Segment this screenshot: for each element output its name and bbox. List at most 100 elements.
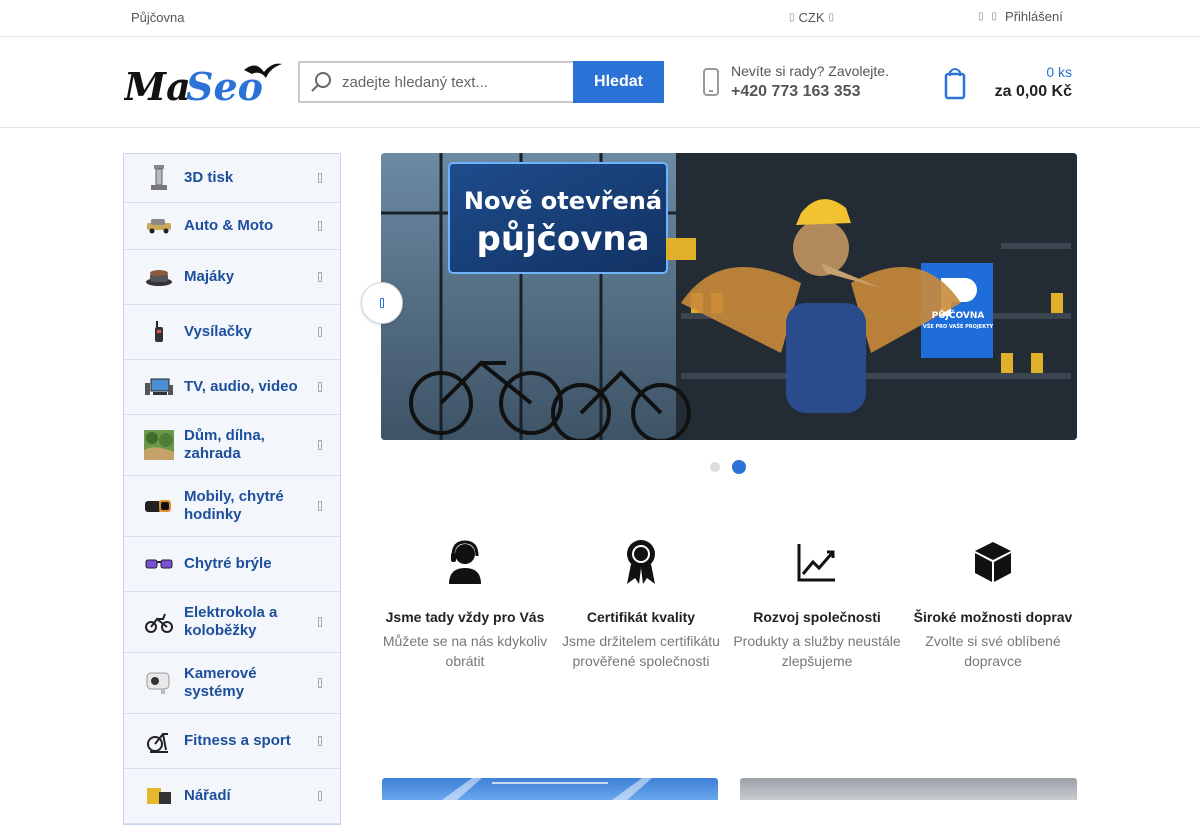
promo-image-1 <box>442 778 652 800</box>
sidebar-item-label: Dům, dílna, zahrada <box>184 427 265 462</box>
feature-desc: Můžete se na nás kdykoliv obrátit <box>382 633 548 669</box>
chevron-right-icon <box>318 173 322 183</box>
feature-title: Certifikát kvality <box>586 609 696 625</box>
phone-contact: Nevíte si rady? Zavolejte. +420 773 163 … <box>703 63 889 101</box>
sidebar-item-beacons[interactable]: Majáky <box>124 250 340 305</box>
chevron-right-icon <box>318 501 322 511</box>
phone-icon <box>144 491 174 521</box>
garden-icon <box>144 430 174 460</box>
banner-headline-1: Nově otevřená <box>463 187 663 215</box>
sidebar-item-ebikes-scooters[interactable]: Elektrokola a koloběžky <box>124 592 340 653</box>
feature-support: Jsme tady vždy pro Vás Můžete se na nás … <box>377 538 553 671</box>
sidebar-item-label: 3D tisk <box>184 169 234 186</box>
sidebar-item-label: TV, audio, video <box>184 378 298 395</box>
banner-dot-1[interactable] <box>710 462 720 472</box>
promo-banner-2[interactable] <box>740 778 1077 800</box>
search-icon <box>311 72 331 92</box>
chevron-right-icon <box>318 382 322 392</box>
coins-icon: ▯ <box>789 12 795 23</box>
banner-prev-button[interactable] <box>361 282 403 324</box>
hero-banner[interactable]: Nově otevřená půjčovna PŮJČOVNA VŠE PRO … <box>381 153 1077 440</box>
feature-desc: Produkty a služby neustále zlepšujeme <box>733 633 901 669</box>
tools-icon <box>144 781 174 811</box>
feature-shipping: Široké možnosti doprav Zvolte si své obl… <box>905 538 1081 671</box>
sidebar-item-label: Fitness a sport <box>184 732 291 749</box>
sidebar-item-label: Majáky <box>184 268 235 285</box>
currency-label: CZK <box>798 10 825 25</box>
phone-number[interactable]: +420 773 163 353 <box>731 83 889 101</box>
sidebar-item-label: Nářadí <box>184 787 231 804</box>
wishlist-icon[interactable]: ▯ <box>978 11 984 22</box>
sidebar-item-auto-moto[interactable]: Auto & Moto <box>124 203 340 250</box>
camera-icon <box>144 668 174 698</box>
chevron-right-icon <box>318 272 322 282</box>
sidebar-item-label: Vysílačky <box>184 323 252 340</box>
search-bar: Hledat <box>298 61 664 103</box>
search-box[interactable] <box>298 61 573 103</box>
3d-printer-icon <box>144 163 174 193</box>
beacon-icon <box>144 262 174 292</box>
sidebar-item-label: Auto & Moto <box>184 217 274 234</box>
chevron-right-icon <box>318 221 322 231</box>
feature-growth: Rozvoj společnosti Produkty a služby neu… <box>729 538 905 671</box>
promo-banner-1[interactable] <box>382 778 718 800</box>
chevron-right-icon <box>318 327 322 337</box>
feature-title: Jsme tady vždy pro Vás <box>385 609 545 625</box>
sidebar-item-home-garden[interactable]: Dům, dílna, zahrada <box>124 415 340 476</box>
sidebar-item-camera-systems[interactable]: Kamerové systémy <box>124 653 340 714</box>
rental-link[interactable]: Půjčovna <box>131 10 184 25</box>
features-row: Jsme tady vždy pro Vás Můžete se na nás … <box>377 538 1081 671</box>
banner-pagination <box>710 460 746 474</box>
phone-help-text: Nevíte si rady? Zavolejte. <box>731 63 889 79</box>
feature-desc: Zvolte si své oblíbené dopravce <box>925 633 1061 669</box>
search-button[interactable]: Hledat <box>573 61 664 103</box>
cart-widget[interactable]: 0 ks za 0,00 Kč <box>944 64 1072 101</box>
fitness-icon <box>144 726 174 756</box>
svg-text:Ma: Ma <box>124 64 191 104</box>
sidebar-item-phones-watches[interactable]: Mobily, chytré hodinky <box>124 476 340 537</box>
chevron-down-icon: ▯ <box>828 12 835 23</box>
sidebar-item-label: Kamerové systémy <box>184 665 257 700</box>
currency-selector[interactable]: ▯ CZK ▯ <box>789 10 834 25</box>
sidebar-item-radios[interactable]: Vysílačky <box>124 305 340 360</box>
site-logo[interactable]: Ma Seo <box>124 60 284 104</box>
cart-quantity: 0 ks <box>1046 64 1072 80</box>
growth-chart-icon <box>797 544 835 582</box>
sidebar-item-smart-glasses[interactable]: Chytré brýle <box>124 537 340 592</box>
shopping-bag-icon <box>944 67 966 99</box>
sidebar-item-label: Chytré brýle <box>184 555 272 572</box>
ebike-icon <box>144 607 174 637</box>
search-input[interactable] <box>342 73 572 91</box>
tv-icon <box>144 372 174 402</box>
sidebar-item-3d-print[interactable]: 3D tisk <box>124 154 340 203</box>
feature-title: Rozvoj společnosti <box>753 609 881 625</box>
login-label: Přihlášení <box>1005 9 1063 24</box>
login-link[interactable]: ▯ ▯ Přihlášení <box>978 9 1063 24</box>
category-sidebar: 3D tisk Auto & Moto Majáky Vysílačky TV,… <box>123 153 341 825</box>
cart-total: za 0,00 Kč <box>994 83 1072 100</box>
banner-sign-text: PŮJČOVNA <box>931 311 985 321</box>
banner-headline-2: půjčovna <box>476 219 650 259</box>
sidebar-item-tools[interactable]: Nářadí <box>124 769 340 824</box>
award-ribbon-icon <box>627 540 655 584</box>
banner-sign-sub: VŠE PRO VAŠE PROJEKTY <box>922 324 994 330</box>
banner-dot-2[interactable] <box>732 460 746 474</box>
sidebar-item-tv-audio-video[interactable]: TV, audio, video <box>124 360 340 415</box>
car-icon <box>144 211 174 241</box>
top-bar: Půjčovna ▯ CZK ▯ ▯ ▯ Přihlášení <box>0 0 1200 37</box>
support-agent-icon <box>449 540 481 584</box>
feature-certificate: Certifikát kvality Jsme držitelem certif… <box>553 538 729 671</box>
user-icon: ▯ <box>991 11 998 22</box>
chevron-right-icon <box>318 617 322 627</box>
sidebar-item-fitness-sport[interactable]: Fitness a sport <box>124 714 340 769</box>
sidebar-item-label: Elektrokola a koloběžky <box>184 604 278 639</box>
chevron-left-icon <box>380 298 384 308</box>
feature-title: Široké možnosti doprav <box>913 609 1073 625</box>
walkie-talkie-icon <box>144 317 174 347</box>
chevron-right-icon <box>318 736 322 746</box>
sidebar-item-label: Mobily, chytré hodinky <box>184 488 284 523</box>
feature-desc: Jsme držitelem certifikátu prověřené spo… <box>562 633 720 669</box>
mobile-phone-icon <box>703 68 719 96</box>
package-box-icon <box>975 542 1011 582</box>
header: Ma Seo Hledat Nevíte si rady? Zavolejte.… <box>0 37 1200 128</box>
